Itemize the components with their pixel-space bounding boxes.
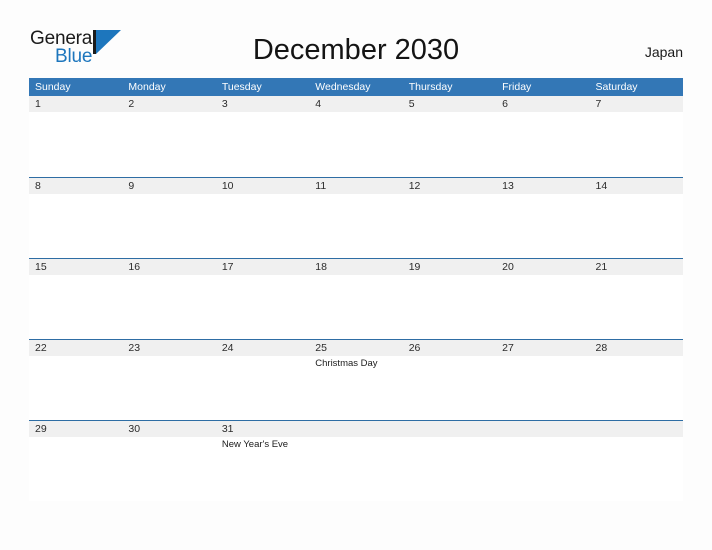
calendar-day-cell[interactable]: 5	[403, 96, 496, 177]
day-number: 11	[315, 180, 327, 192]
calendar-day-cell[interactable]: 17	[216, 259, 309, 340]
weekday-header-saturday: Saturday	[595, 81, 638, 93]
calendar-day-cell[interactable]: 12	[403, 178, 496, 259]
calendar-week-cells: 29 30 31 New Year's Eve	[29, 421, 683, 502]
day-number: 10	[221, 180, 234, 192]
calendar-weeks: 1 2 3 4 5 6 7 8 9 10 11 12 13 14 15 16 17 18 19 20 21 22 23 24 2…	[29, 96, 683, 501]
calendar-day-cell[interactable]: 31 New Year's Eve	[216, 421, 309, 502]
calendar-week-row: 22 23 24 25 Christmas Day 26 27 28	[29, 339, 683, 420]
day-number: 21	[595, 261, 608, 273]
calendar-day-cell[interactable]: 4	[309, 96, 402, 177]
day-number: 22	[35, 342, 47, 354]
calendar-day-cell[interactable]: 26	[403, 340, 496, 421]
day-number: 17	[221, 261, 234, 273]
calendar-day-cell[interactable]: 16	[122, 259, 215, 340]
calendar-week-row: 29 30 31 New Year's Eve	[29, 420, 683, 501]
calendar-day-cell-empty	[496, 421, 589, 502]
calendar-day-cell[interactable]: 15	[29, 259, 122, 340]
page-header: General Blue December 2030 Japan	[0, 0, 712, 78]
calendar-day-cell[interactable]: 24	[216, 340, 309, 421]
day-number: 25	[315, 342, 327, 354]
day-number: 5	[408, 98, 415, 110]
calendar-day-cell[interactable]: 20	[496, 259, 589, 340]
calendar-week-cells: 22 23 24 25 Christmas Day 26 27 28	[29, 340, 683, 421]
day-number: 6	[502, 98, 508, 110]
day-number: 27	[502, 342, 514, 354]
calendar-page: General Blue December 2030 Japan Sunday …	[0, 0, 712, 550]
calendar-day-cell[interactable]: 25 Christmas Day	[309, 340, 402, 421]
calendar-week-cells: 1 2 3 4 5 6 7	[29, 96, 683, 177]
calendar-day-cell[interactable]: 18	[309, 259, 402, 340]
calendar-grid: Sunday Monday Tuesday Wednesday Thursday…	[29, 78, 683, 501]
calendar-day-cell[interactable]: 10	[216, 178, 309, 259]
calendar-day-cell[interactable]: 13	[496, 178, 589, 259]
day-number: 3	[221, 98, 228, 110]
calendar-day-cell[interactable]: 19	[403, 259, 496, 340]
day-event-label: New Year's Eve	[221, 439, 289, 450]
day-number: 30	[128, 423, 141, 435]
weekday-header-wednesday: Wednesday	[315, 81, 371, 93]
calendar-day-cell[interactable]: 8	[29, 178, 122, 259]
calendar-day-cell[interactable]: 2	[122, 96, 215, 177]
day-number: 2	[128, 98, 135, 110]
day-number: 31	[221, 423, 234, 435]
weekday-header-friday: Friday	[502, 81, 532, 93]
day-number: 18	[315, 261, 327, 273]
calendar-week-cells: 15 16 17 18 19 20 21	[29, 259, 683, 340]
calendar-day-cell[interactable]: 21	[590, 259, 683, 340]
day-number: 16	[128, 261, 141, 273]
calendar-day-cell[interactable]: 6	[496, 96, 589, 177]
day-number: 26	[408, 342, 421, 354]
day-number: 24	[221, 342, 234, 354]
calendar-day-cell[interactable]: 22	[29, 340, 122, 421]
calendar-day-cell-empty	[403, 421, 496, 502]
locale-label: Japan	[644, 44, 683, 60]
day-number: 28	[595, 342, 608, 354]
day-number: 29	[35, 423, 47, 435]
calendar-day-cell[interactable]: 30	[122, 421, 215, 502]
weekday-header-thursday: Thursday	[408, 81, 453, 93]
day-number: 8	[35, 180, 41, 192]
day-number: 9	[128, 180, 135, 192]
page-title: December 2030	[252, 34, 460, 66]
day-number: 13	[502, 180, 514, 192]
day-number: 20	[502, 261, 514, 273]
calendar-week-row: 1 2 3 4 5 6 7	[29, 96, 683, 177]
calendar-day-cell[interactable]: 3	[216, 96, 309, 177]
day-number: 15	[35, 261, 47, 273]
calendar-day-cell-empty	[590, 421, 683, 502]
calendar-day-cell-empty	[309, 421, 402, 502]
day-number: 19	[408, 261, 421, 273]
calendar-week-row: 8 9 10 11 12 13 14	[29, 177, 683, 258]
day-number: 14	[595, 180, 608, 192]
day-number: 4	[315, 98, 322, 110]
day-number: 12	[408, 180, 421, 192]
calendar-day-cell[interactable]: 14	[590, 178, 683, 259]
calendar-week-cells: 8 9 10 11 12 13 14	[29, 178, 683, 259]
calendar-day-cell[interactable]: 9	[122, 178, 215, 259]
calendar-day-cell[interactable]: 23	[122, 340, 215, 421]
day-number: 1	[35, 98, 41, 110]
calendar-day-cell[interactable]: 1	[29, 96, 122, 177]
weekday-header-sunday: Sunday	[35, 81, 71, 93]
calendar-day-cell[interactable]: 7	[590, 96, 683, 177]
weekday-header-monday: Monday	[128, 81, 166, 93]
calendar-week-row: 15 16 17 18 19 20 21	[29, 258, 683, 339]
calendar-day-cell[interactable]: 11	[309, 178, 402, 259]
calendar-day-cell[interactable]: 27	[496, 340, 589, 421]
weekday-header-tuesday: Tuesday	[221, 81, 262, 93]
day-number: 23	[128, 342, 141, 354]
day-event-label: Christmas Day	[315, 358, 378, 369]
calendar-day-cell[interactable]: 29	[29, 421, 122, 502]
day-number: 7	[595, 98, 602, 110]
calendar-day-cell[interactable]: 28	[590, 340, 683, 421]
weekday-header-row: Sunday Monday Tuesday Wednesday Thursday…	[29, 78, 683, 96]
